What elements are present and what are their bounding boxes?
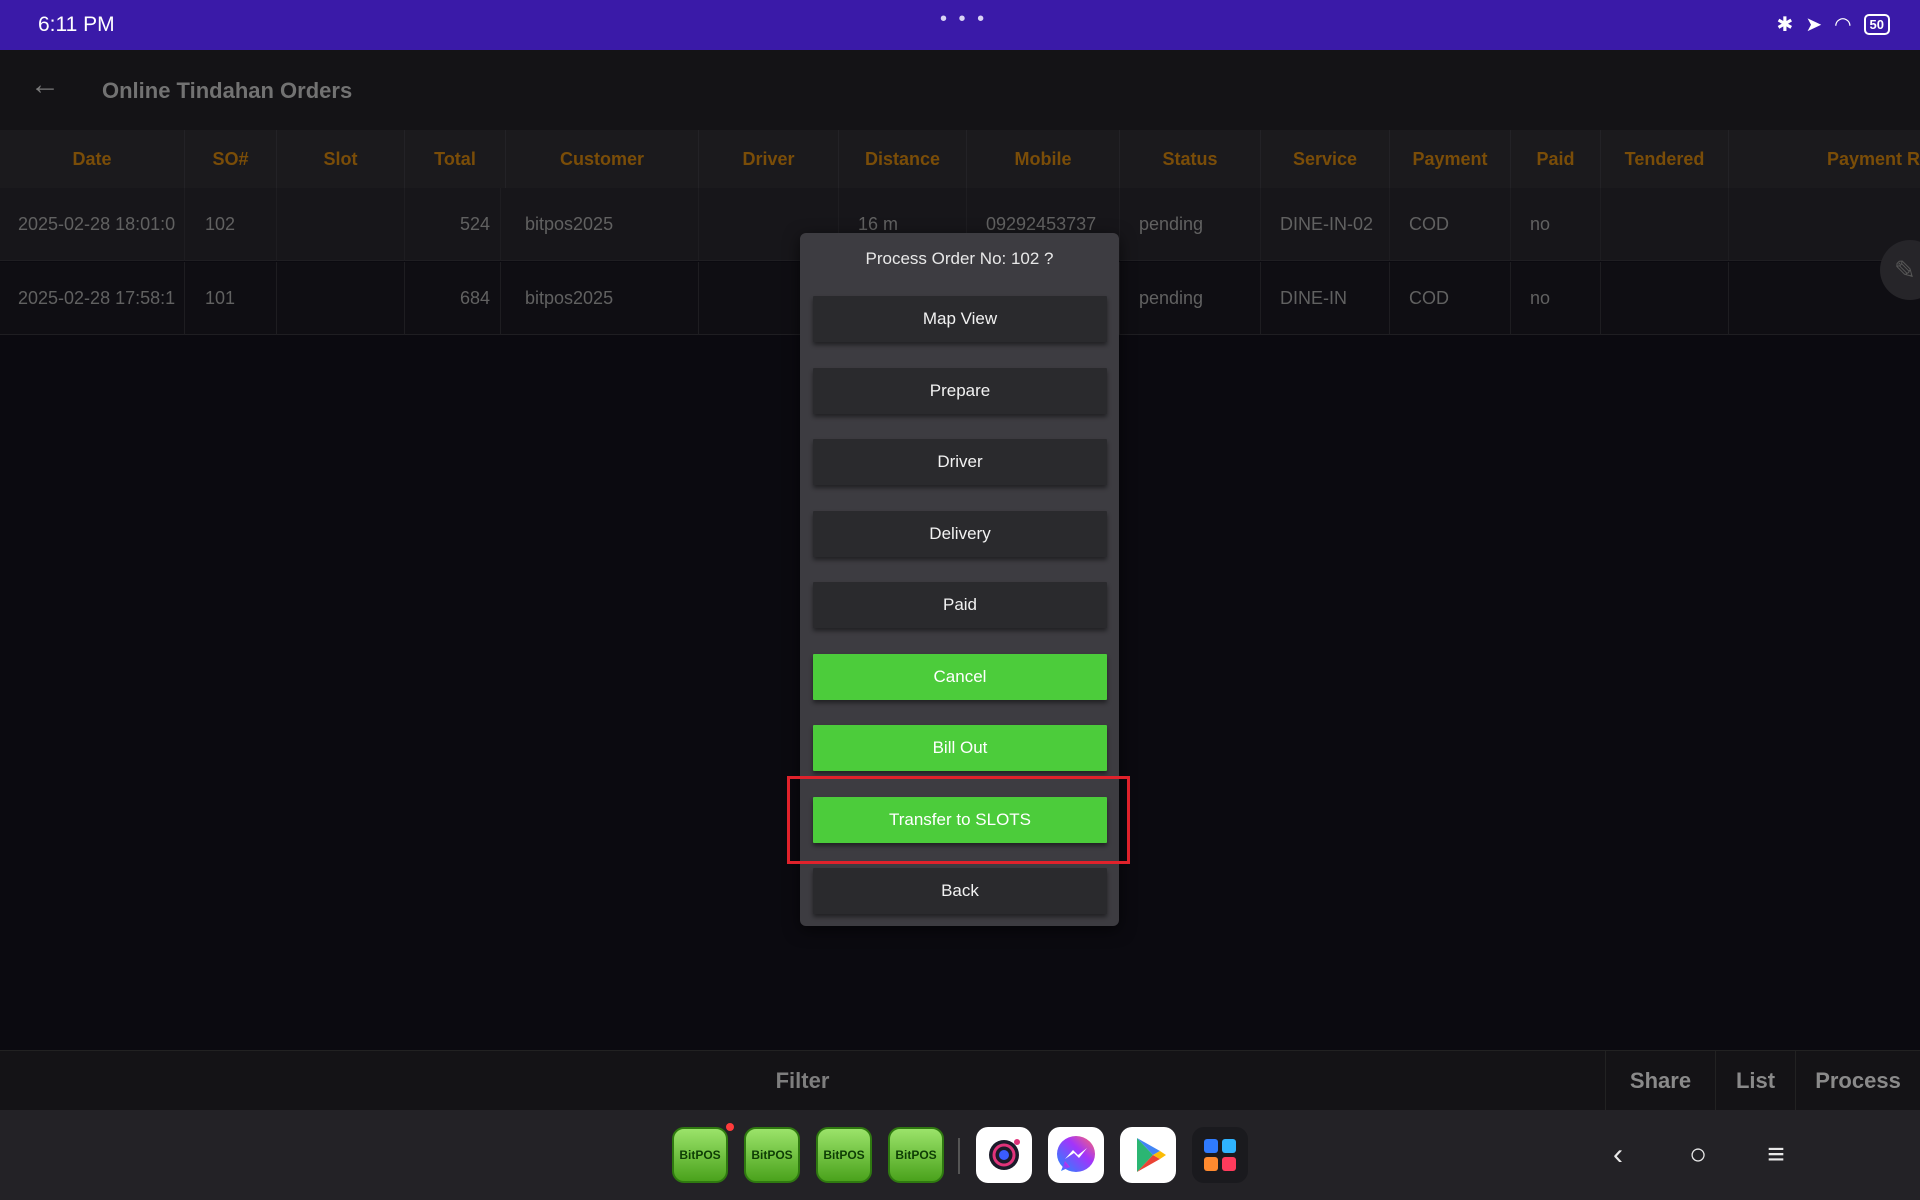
column-header-total[interactable]: Total [405, 130, 506, 188]
table-header: Date SO# Slot Total Customer Driver Dist… [0, 130, 1920, 188]
cell-tendered [1601, 262, 1729, 335]
paid-button[interactable]: Paid [813, 582, 1107, 628]
cell-paid: no [1520, 262, 1601, 335]
delivery-button[interactable]: Delivery [813, 511, 1107, 557]
column-header-distance[interactable]: Distance [839, 130, 967, 188]
cell-status: pending [1129, 188, 1261, 261]
cell-status: pending [1129, 262, 1261, 335]
status-bar: 6:11 PM • • • ✱ ➤ ◠ 50 [0, 0, 1920, 50]
cell-date: 2025-02-28 17:58:1 [8, 262, 185, 335]
cell-customer: bitpos2025 [515, 262, 699, 335]
cell-customer: bitpos2025 [515, 188, 699, 261]
column-header-slot[interactable]: Slot [277, 130, 405, 188]
map-view-button[interactable]: Map View [813, 296, 1107, 342]
more-dots[interactable]: • • • [940, 8, 987, 31]
battery-icon: 50 [1863, 14, 1890, 35]
cancel-button[interactable]: Cancel [813, 654, 1107, 700]
prepare-button[interactable]: Prepare [813, 368, 1107, 414]
driver-button[interactable]: Driver [813, 439, 1107, 485]
cell-date: 2025-02-28 18:01:0 [8, 188, 185, 261]
status-icons: ✱ ➤ ◠ 50 [1777, 12, 1890, 37]
nav-menu-icon[interactable]: ≡ [1756, 1135, 1796, 1175]
highlight-box [787, 776, 1130, 864]
cell-service: DINE-IN-02 [1270, 188, 1390, 261]
column-header-customer[interactable]: Customer [506, 130, 699, 188]
list-button[interactable]: List [1715, 1051, 1795, 1111]
back-arrow-icon[interactable]: ← [30, 70, 60, 100]
column-header-date[interactable]: Date [0, 130, 185, 188]
share-button[interactable]: Share [1605, 1051, 1715, 1111]
play-store-icon[interactable] [1120, 1127, 1176, 1183]
clock: 6:11 PM [38, 13, 115, 36]
process-button[interactable]: Process [1795, 1051, 1920, 1111]
filter-button[interactable]: Filter [0, 1051, 1605, 1111]
bitpos-app-icon[interactable]: BitPOS [744, 1127, 800, 1183]
app-drawer-icon[interactable] [1192, 1127, 1248, 1183]
cell-so: 102 [195, 188, 277, 261]
action-bar: Filter Share List Process [0, 1050, 1920, 1111]
cell-slot [277, 188, 405, 261]
column-header-paid[interactable]: Paid [1511, 130, 1601, 188]
column-header-driver[interactable]: Driver [699, 130, 839, 188]
column-header-payment[interactable]: Payment [1390, 130, 1511, 188]
cell-total: 524 [405, 188, 501, 261]
cell-tendered [1601, 188, 1729, 261]
back-button[interactable]: Back [813, 868, 1107, 914]
cell-payment: COD [1399, 262, 1511, 335]
taskbar: BitPOS BitPOS BitPOS BitPOS ‹ ○ ≡ [0, 1110, 1920, 1200]
camera-app-icon[interactable] [976, 1127, 1032, 1183]
bill-out-button[interactable]: Bill Out [813, 725, 1107, 771]
column-header-payment-ref[interactable]: Payment R [1729, 130, 1920, 188]
cell-service: DINE-IN [1270, 262, 1390, 335]
bitpos-app-icon[interactable]: BitPOS [672, 1127, 728, 1183]
messenger-app-icon[interactable] [1048, 1127, 1104, 1183]
cell-payment: COD [1399, 188, 1511, 261]
bluetooth-icon: ✱ [1776, 14, 1794, 36]
cell-total: 684 [405, 262, 501, 335]
column-header-status[interactable]: Status [1120, 130, 1261, 188]
nav-home-icon[interactable]: ○ [1678, 1135, 1718, 1175]
nav-back-icon[interactable]: ‹ [1598, 1135, 1638, 1175]
taskbar-divider [958, 1138, 960, 1174]
bitpos-app-icon[interactable]: BitPOS [816, 1127, 872, 1183]
screen: 6:11 PM • • • ✱ ➤ ◠ 50 ← Online Tindahan… [0, 0, 1920, 1200]
dialog-title: Process Order No: 102 ? [865, 249, 1054, 268]
column-header-mobile[interactable]: Mobile [967, 130, 1120, 188]
wifi-icon: ◠ [1834, 14, 1852, 36]
column-header-service[interactable]: Service [1261, 130, 1390, 188]
cell-so: 101 [195, 262, 277, 335]
app-header: ← Online Tindahan Orders [0, 50, 1920, 130]
notification-dot [726, 1123, 734, 1131]
cell-slot [277, 262, 405, 335]
cell-paid: no [1520, 188, 1601, 261]
column-header-so[interactable]: SO# [185, 130, 277, 188]
page-title: Online Tindahan Orders [102, 78, 353, 103]
location-icon: ➤ [1805, 14, 1823, 36]
bitpos-app-icon[interactable]: BitPOS [888, 1127, 944, 1183]
column-header-tendered[interactable]: Tendered [1601, 130, 1729, 188]
